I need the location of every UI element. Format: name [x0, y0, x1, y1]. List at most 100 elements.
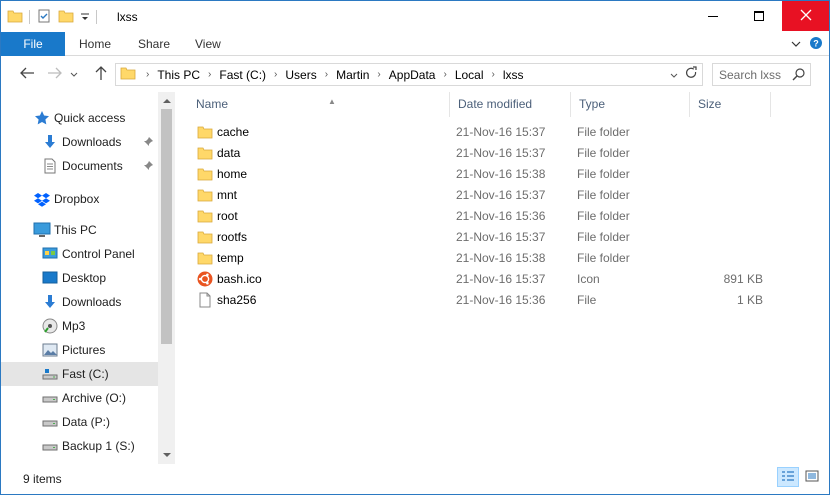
- column-header-label: Name: [196, 97, 229, 111]
- expand-ribbon-icon[interactable]: [791, 38, 801, 52]
- tab-home[interactable]: Home: [65, 32, 125, 56]
- file-type: File folder: [577, 209, 630, 223]
- nav-item-quick-access[interactable]: Quick access: [1, 106, 158, 130]
- address-bar[interactable]: › This PC › Fast (C:) › Users › Martin ›…: [115, 63, 703, 86]
- nav-item-pictures[interactable]: Pictures: [1, 338, 158, 362]
- nav-item-documents[interactable]: Documents: [1, 154, 158, 178]
- file-name: bash.ico: [217, 272, 262, 286]
- chevron-right-icon[interactable]: ›: [437, 69, 452, 80]
- breadcrumb-local[interactable]: Local: [453, 68, 486, 82]
- file-name: mnt: [217, 188, 238, 202]
- arrow-left-icon: [19, 66, 35, 83]
- breadcrumb-lxss[interactable]: lxss: [501, 68, 526, 82]
- file-row[interactable]: temp 21-Nov-16 15:38 File folder: [176, 248, 776, 269]
- file-size: 891 KB: [723, 272, 763, 286]
- chevron-right-icon[interactable]: ›: [140, 69, 155, 80]
- address-controls: [670, 64, 702, 85]
- arrow-right-icon: [47, 66, 63, 83]
- folder-icon: [197, 208, 213, 227]
- chevron-right-icon[interactable]: ›: [268, 69, 283, 80]
- folder-icon: [7, 8, 23, 27]
- document-icon: [41, 157, 59, 175]
- file-date: 21-Nov-16 15:36: [456, 209, 546, 223]
- forward-button[interactable]: [45, 65, 65, 83]
- properties-icon[interactable]: [36, 8, 52, 27]
- nav-item-downloads[interactable]: Downloads: [1, 290, 158, 314]
- file-type: File folder: [577, 146, 630, 160]
- nav-item-fast-c[interactable]: Fast (C:): [1, 362, 158, 386]
- pin-icon[interactable]: [143, 160, 154, 174]
- nav-item-control-panel[interactable]: Control Panel: [1, 242, 158, 266]
- chevron-right-icon[interactable]: ›: [486, 69, 501, 80]
- nav-item-label: Mp3: [62, 319, 86, 333]
- search-icon[interactable]: [792, 67, 806, 84]
- star-icon: [33, 109, 51, 127]
- minimize-button[interactable]: [690, 1, 736, 31]
- back-button[interactable]: [17, 65, 37, 83]
- close-button[interactable]: [782, 1, 829, 31]
- window-title: lxss: [117, 10, 138, 24]
- nav-item-label: Downloads: [62, 135, 122, 149]
- view-toggle: [777, 467, 823, 487]
- chevron-right-icon[interactable]: ›: [319, 69, 334, 80]
- new-folder-icon[interactable]: [58, 8, 74, 27]
- scrollbar-thumb[interactable]: [161, 109, 172, 344]
- scroll-up-arrow[interactable]: [158, 92, 175, 109]
- breadcrumb-fast-c[interactable]: Fast (C:): [217, 68, 268, 82]
- file-row[interactable]: cache 21-Nov-16 15:37 File folder: [176, 122, 776, 143]
- file-row[interactable]: home 21-Nov-16 15:38 File folder: [176, 164, 776, 185]
- pin-icon[interactable]: [143, 136, 154, 150]
- file-row[interactable]: rootfs 21-Nov-16 15:37 File folder: [176, 227, 776, 248]
- search-input[interactable]: [713, 64, 789, 85]
- file-row[interactable]: data 21-Nov-16 15:37 File folder: [176, 143, 776, 164]
- control-panel-icon: [41, 245, 59, 263]
- folder-icon: [197, 145, 213, 164]
- large-icons-view-button[interactable]: [801, 467, 823, 487]
- column-header-date[interactable]: Date modified: [450, 92, 571, 117]
- nav-item-dropbox[interactable]: Dropbox: [1, 187, 158, 211]
- nav-item-data-p[interactable]: Data (P:): [1, 410, 158, 434]
- column-header-type[interactable]: Type: [571, 92, 690, 117]
- scroll-down-arrow[interactable]: [158, 447, 175, 464]
- file-row[interactable]: bash.ico 21-Nov-16 15:37 Icon 891 KB: [176, 269, 776, 290]
- nav-item-backup-s[interactable]: Backup 1 (S:): [1, 434, 158, 458]
- maximize-button[interactable]: [736, 1, 782, 31]
- ribbon-tabs: File Home Share View ?: [1, 32, 829, 56]
- file-row[interactable]: sha256 21-Nov-16 15:36 File 1 KB: [176, 290, 776, 311]
- up-button[interactable]: [91, 65, 111, 83]
- tab-view[interactable]: View: [181, 32, 235, 56]
- column-header-name[interactable]: Name ▲: [188, 92, 450, 117]
- nav-pane-scrollbar[interactable]: [158, 92, 175, 464]
- file-type: File folder: [577, 167, 630, 181]
- details-view-button[interactable]: [777, 467, 799, 487]
- breadcrumb-users[interactable]: Users: [283, 68, 318, 82]
- nav-item-archive-o[interactable]: Archive (O:): [1, 386, 158, 410]
- recent-locations-button[interactable]: [67, 65, 81, 83]
- tab-file[interactable]: File: [1, 32, 65, 56]
- nav-item-label: Quick access: [54, 111, 126, 125]
- nav-item-downloads-pinned[interactable]: Downloads: [1, 130, 158, 154]
- monitor-icon: [33, 221, 51, 239]
- item-count: 9 items: [23, 472, 62, 486]
- close-icon: [800, 9, 812, 24]
- nav-item-this-pc[interactable]: This PC: [1, 218, 158, 242]
- chevron-right-icon[interactable]: ›: [371, 69, 386, 80]
- breadcrumb-appdata[interactable]: AppData: [387, 68, 438, 82]
- arrow-up-icon: [94, 65, 108, 84]
- chevron-right-icon[interactable]: ›: [202, 69, 217, 80]
- nav-item-mp3[interactable]: Mp3: [1, 314, 158, 338]
- tab-share[interactable]: Share: [124, 32, 184, 56]
- nav-item-desktop[interactable]: Desktop: [1, 266, 158, 290]
- column-header-size[interactable]: Size: [690, 92, 771, 117]
- file-size: [696, 206, 763, 227]
- file-row[interactable]: root 21-Nov-16 15:36 File folder: [176, 206, 776, 227]
- file-row[interactable]: mnt 21-Nov-16 15:37 File folder: [176, 185, 776, 206]
- nav-item-label: Archive (O:): [62, 391, 127, 405]
- breadcrumb-this-pc[interactable]: This PC: [155, 68, 202, 82]
- chevron-down-icon[interactable]: [670, 68, 678, 82]
- toolbar-divider: [96, 10, 97, 24]
- customize-toolbar-icon[interactable]: [80, 8, 90, 27]
- refresh-icon[interactable]: [684, 66, 698, 83]
- breadcrumb-martin[interactable]: Martin: [334, 68, 371, 82]
- help-icon[interactable]: ?: [809, 36, 823, 53]
